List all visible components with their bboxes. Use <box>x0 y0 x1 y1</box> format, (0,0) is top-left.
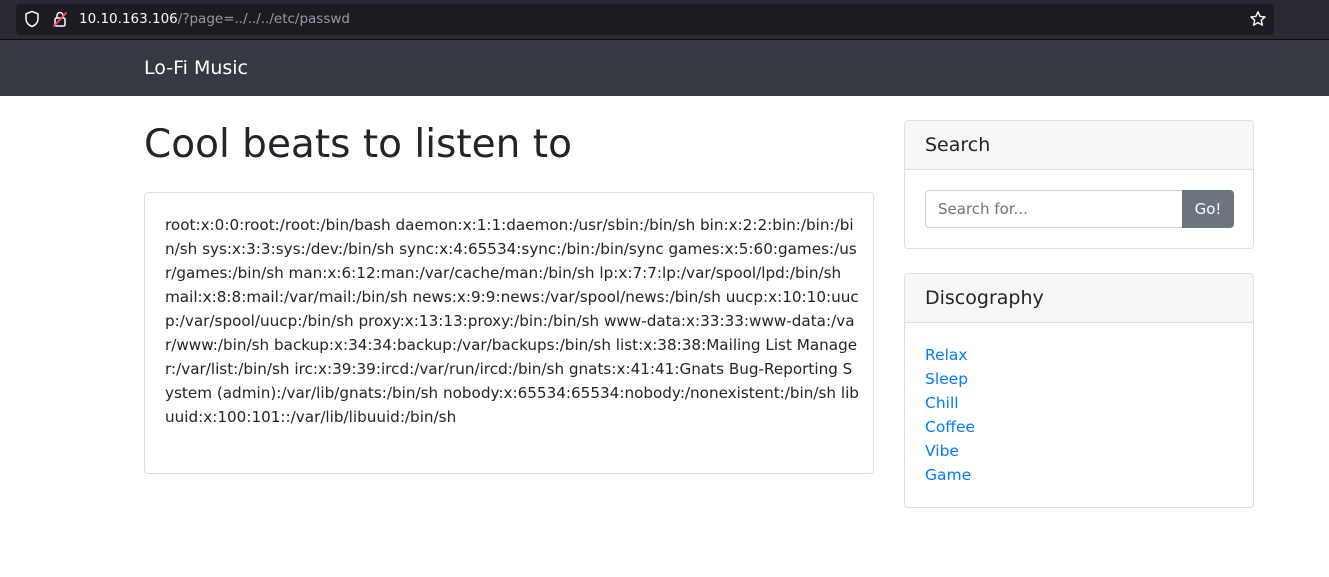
page-title: Cool beats to listen to <box>144 122 572 167</box>
list-item: Relax <box>925 343 975 367</box>
discography-link-relax[interactable]: Relax <box>925 346 968 364</box>
url-text[interactable]: 10.10.163.106/?page=../../../etc/passwd <box>79 11 350 28</box>
discography-card: Discography Relax Sleep Chill Coffee Vib… <box>904 273 1254 508</box>
brand-link[interactable]: Lo-Fi Music <box>144 57 248 79</box>
search-card-header: Search <box>905 121 1253 170</box>
list-item: Vibe <box>925 439 975 463</box>
content-card: root:x:0:0:root:/root:/bin/bash daemon:x… <box>144 192 874 474</box>
discography-link-coffee[interactable]: Coffee <box>925 418 975 436</box>
search-input[interactable] <box>925 190 1182 228</box>
list-item: Sleep <box>925 367 975 391</box>
star-icon[interactable] <box>1249 10 1267 28</box>
discography-link-sleep[interactable]: Sleep <box>925 370 968 388</box>
page-content: root:x:0:0:root:/root:/bin/bash daemon:x… <box>165 216 859 426</box>
discography-link-chill[interactable]: Chill <box>925 394 959 412</box>
list-item: Chill <box>925 391 975 415</box>
lock-icon[interactable] <box>52 10 68 28</box>
discography-list: Relax Sleep Chill Coffee Vibe Game <box>925 343 975 487</box>
browser-toolbar: 10.10.163.106/?page=../../../etc/passwd <box>0 0 1329 40</box>
navbar: Lo-Fi Music <box>0 40 1329 96</box>
discography-card-header: Discography <box>905 274 1253 323</box>
list-item: Coffee <box>925 415 975 439</box>
search-card: Search Go! <box>904 120 1254 249</box>
discography-link-vibe[interactable]: Vibe <box>925 442 959 460</box>
go-button[interactable]: Go! <box>1182 190 1234 228</box>
url-host: 10.10.163.106 <box>79 11 178 27</box>
discography-link-game[interactable]: Game <box>925 466 971 484</box>
list-item: Game <box>925 463 975 487</box>
shield-icon[interactable] <box>24 10 40 28</box>
url-path: /?page=../../../etc/passwd <box>177 11 350 27</box>
